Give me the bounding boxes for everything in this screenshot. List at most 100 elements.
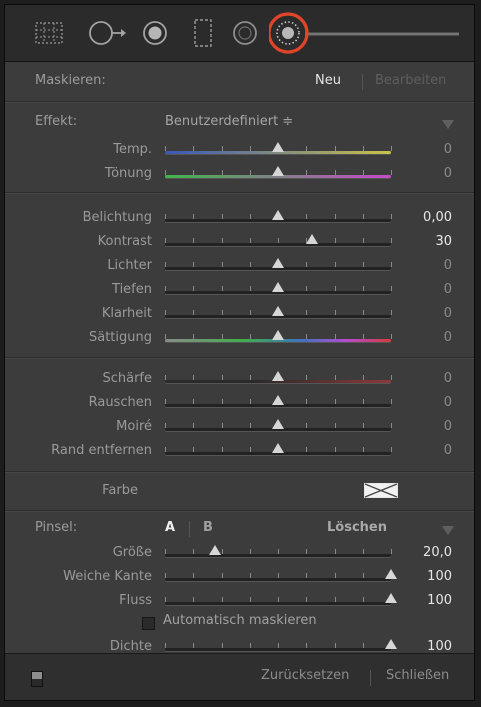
spot-removal-icon[interactable] bbox=[87, 19, 127, 47]
temp-slider-thumb[interactable] bbox=[272, 142, 284, 152]
slider-tick bbox=[363, 286, 364, 291]
slider-tick bbox=[363, 170, 364, 175]
slider-tick bbox=[278, 643, 279, 648]
slider-tick bbox=[222, 238, 223, 243]
slider-tick bbox=[222, 214, 223, 219]
rauschen-value[interactable]: 0 bbox=[444, 395, 452, 410]
klarheit-slider[interactable] bbox=[165, 306, 392, 318]
brush-erase-button[interactable]: Löschen bbox=[327, 520, 387, 535]
tiefen-slider[interactable] bbox=[165, 282, 392, 294]
slider-tick bbox=[335, 146, 336, 151]
größe-slider[interactable] bbox=[165, 545, 392, 557]
radial-filter-icon[interactable] bbox=[231, 19, 259, 47]
brush-label: Pinsel: bbox=[35, 520, 78, 535]
lichter-slider-thumb[interactable] bbox=[272, 258, 284, 268]
red-eye-icon[interactable] bbox=[141, 19, 169, 47]
slider-tick bbox=[363, 573, 364, 578]
rand-entfernen-slider[interactable] bbox=[165, 443, 392, 455]
slider-tick bbox=[335, 238, 336, 243]
moir-slider[interactable] bbox=[165, 419, 392, 431]
graduated-filter-icon[interactable] bbox=[191, 18, 215, 48]
mask-new-button[interactable]: Neu bbox=[315, 73, 341, 88]
lichter-slider[interactable] bbox=[165, 258, 392, 270]
moir-slider-thumb[interactable] bbox=[272, 419, 284, 429]
klarheit-value[interactable]: 0 bbox=[444, 306, 452, 321]
lichter-value[interactable]: 0 bbox=[444, 258, 452, 273]
mask-edit-button[interactable]: Bearbeiten bbox=[375, 73, 446, 88]
dichte-value[interactable]: 100 bbox=[427, 639, 452, 654]
slider-tick bbox=[165, 238, 166, 243]
slider-tick bbox=[250, 214, 251, 219]
tiefen-value[interactable]: 0 bbox=[444, 282, 452, 297]
tönung-slider-thumb[interactable] bbox=[272, 166, 284, 176]
kontrast-slider[interactable] bbox=[165, 234, 392, 246]
schärfe-slider[interactable] bbox=[165, 371, 392, 383]
fluss-slider[interactable] bbox=[165, 593, 397, 605]
größe-label: Größe bbox=[112, 545, 152, 560]
tönung-slider[interactable] bbox=[165, 166, 392, 178]
slider-tick bbox=[391, 286, 392, 291]
kontrast-value[interactable]: 30 bbox=[435, 234, 452, 249]
slider-tick bbox=[222, 643, 223, 648]
temp-slider[interactable] bbox=[165, 142, 392, 154]
slider-tick bbox=[391, 146, 392, 151]
schärfe-value[interactable]: 0 bbox=[444, 371, 452, 386]
crop-overlay-icon[interactable] bbox=[33, 20, 65, 46]
belichtung-slider-thumb[interactable] bbox=[272, 210, 284, 220]
rand-entfernen-slider-thumb[interactable] bbox=[272, 443, 284, 453]
brush-disclosure-icon[interactable] bbox=[442, 524, 454, 539]
slider-tick bbox=[193, 549, 194, 554]
rand-entfernen-value[interactable]: 0 bbox=[444, 443, 452, 458]
close-button[interactable]: Schließen bbox=[386, 668, 449, 683]
rauschen-slider-thumb[interactable] bbox=[272, 395, 284, 405]
adjustment-brush-icon[interactable] bbox=[267, 11, 465, 55]
brush-separator bbox=[189, 521, 190, 537]
temp-value[interactable]: 0 bbox=[444, 142, 452, 157]
slider-tick bbox=[335, 643, 336, 648]
schärfe-slider-thumb[interactable] bbox=[272, 371, 284, 381]
belichtung-value[interactable]: 0,00 bbox=[423, 210, 452, 225]
rauschen-slider[interactable] bbox=[165, 395, 392, 407]
slider-tick bbox=[222, 549, 223, 554]
weiche-kante-value[interactable]: 100 bbox=[427, 569, 452, 584]
slider-tick bbox=[363, 146, 364, 151]
dichte-slider[interactable] bbox=[165, 639, 397, 651]
slider-tick bbox=[391, 170, 392, 175]
slider-tick bbox=[165, 214, 166, 219]
slider-tick bbox=[363, 447, 364, 452]
mask-label: Maskieren: bbox=[35, 73, 106, 88]
sättigung-value[interactable]: 0 bbox=[444, 330, 452, 345]
moir-value[interactable]: 0 bbox=[444, 419, 452, 434]
effect-preset-select[interactable]: Benutzerdefiniert ≑ bbox=[165, 114, 293, 129]
brush-a-button[interactable]: A bbox=[165, 520, 175, 535]
tiefen-slider-thumb[interactable] bbox=[272, 282, 284, 292]
dichte-slider-thumb[interactable] bbox=[385, 639, 397, 649]
sättigung-slider[interactable] bbox=[165, 330, 392, 342]
größe-slider-thumb[interactable] bbox=[209, 545, 221, 555]
fluss-value[interactable]: 100 bbox=[427, 593, 452, 608]
panel-toggle-icon[interactable] bbox=[31, 671, 43, 687]
tönung-value[interactable]: 0 bbox=[444, 166, 452, 181]
color-swatch-none[interactable] bbox=[364, 483, 398, 502]
brush-b-button[interactable]: B bbox=[203, 520, 213, 535]
slider-tick bbox=[335, 597, 336, 602]
moir-label: Moiré bbox=[116, 419, 152, 434]
weiche-kante-slider[interactable] bbox=[165, 569, 397, 581]
größe-value[interactable]: 20,0 bbox=[423, 545, 452, 560]
weiche-kante-slider-thumb[interactable] bbox=[385, 569, 397, 579]
fluss-slider-thumb[interactable] bbox=[385, 593, 397, 603]
klarheit-slider-thumb[interactable] bbox=[272, 306, 284, 316]
slider-tick bbox=[193, 334, 194, 339]
slider-tick bbox=[165, 643, 166, 648]
footer-separator bbox=[370, 670, 371, 686]
effect-disclosure-icon[interactable] bbox=[442, 118, 454, 133]
reset-button[interactable]: Zurücksetzen bbox=[261, 668, 349, 683]
slider-tick bbox=[250, 375, 251, 380]
kontrast-slider-thumb[interactable] bbox=[306, 234, 318, 244]
belichtung-label: Belichtung bbox=[82, 210, 152, 225]
slider-tick bbox=[222, 423, 223, 428]
slider-tick bbox=[165, 262, 166, 267]
belichtung-slider[interactable] bbox=[165, 210, 392, 222]
sättigung-slider-thumb[interactable] bbox=[272, 330, 284, 340]
automask-checkbox[interactable] bbox=[142, 617, 155, 630]
